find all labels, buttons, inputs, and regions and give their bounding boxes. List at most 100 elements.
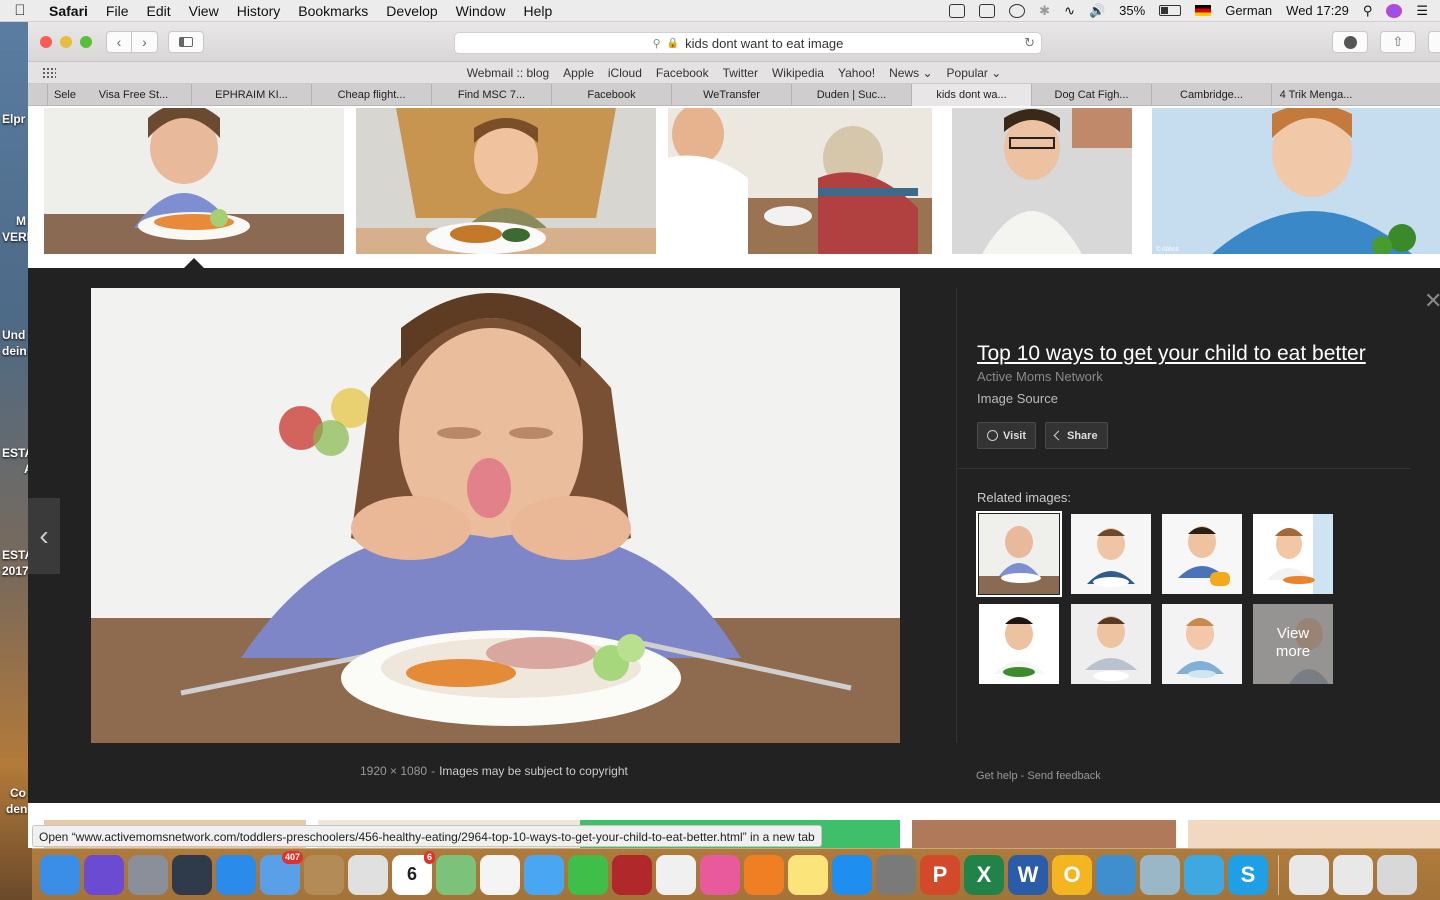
top-sites-grid-icon[interactable] <box>42 67 56 79</box>
forward-button[interactable]: › <box>132 31 158 53</box>
favorite-link[interactable]: Facebook <box>649 66 716 80</box>
spotlight-icon[interactable]: ⚲ <box>1363 3 1373 19</box>
maps-icon[interactable] <box>436 854 476 895</box>
launchpad-icon[interactable] <box>128 854 168 895</box>
send-feedback-link[interactable]: Send feedback <box>1027 770 1100 782</box>
notification-center-icon[interactable]: ☰ <box>1416 3 1428 19</box>
result-title-link[interactable]: Top 10 ways to get your child to eat bet… <box>977 342 1366 366</box>
trash-icon[interactable] <box>1377 854 1417 895</box>
minimize-window-button[interactable] <box>60 36 72 48</box>
favorite-folder[interactable]: Popular ⌄ <box>940 66 1009 80</box>
result-thumbnail[interactable] <box>668 108 932 254</box>
app-store-icon[interactable] <box>832 854 872 895</box>
photos-icon[interactable] <box>656 854 696 895</box>
tab[interactable]: Facebook <box>552 84 672 106</box>
result-thumbnail[interactable] <box>356 108 656 254</box>
tab[interactable]: Visa Free St... <box>76 84 192 106</box>
system-preferences-icon[interactable] <box>876 854 916 895</box>
favorite-folder[interactable]: News ⌄ <box>882 66 939 80</box>
itunes-icon[interactable] <box>700 854 740 895</box>
result-thumbnail-selected[interactable] <box>44 108 344 254</box>
calendar-icon[interactable]: 66 <box>392 850 435 895</box>
zoom-window-button[interactable] <box>80 36 92 48</box>
finder-icon[interactable] <box>40 854 80 895</box>
favorite-link[interactable]: iCloud <box>601 66 649 80</box>
reload-icon[interactable]: ↻ <box>1024 35 1035 51</box>
menu-edit[interactable]: Edit <box>137 3 179 19</box>
notes-icon[interactable] <box>788 854 828 895</box>
siri-icon[interactable] <box>84 854 124 895</box>
favorite-link[interactable]: Webmail :: blog <box>460 66 556 80</box>
related-image[interactable] <box>1162 604 1242 684</box>
input-language[interactable]: German <box>1225 3 1272 18</box>
menu-bookmarks[interactable]: Bookmarks <box>289 3 377 19</box>
document-icon-2[interactable] <box>1333 854 1373 895</box>
previous-image-button[interactable]: ‹ <box>28 498 60 574</box>
close-window-button[interactable] <box>40 36 52 48</box>
favorite-link[interactable]: Wikipedia <box>765 66 831 80</box>
preview-image[interactable] <box>91 288 900 743</box>
favorite-link[interactable]: Yahoo! <box>831 66 882 80</box>
clock[interactable]: Wed 17:29 <box>1286 3 1349 18</box>
visit-button[interactable]: Visit <box>977 422 1037 449</box>
view-more-tile[interactable]: View more <box>1253 604 1333 684</box>
related-image[interactable] <box>979 604 1059 684</box>
preview-icon[interactable] <box>1140 854 1180 895</box>
tab[interactable]: Cheap flight... <box>312 84 432 106</box>
battery-icon[interactable] <box>1159 5 1182 16</box>
tab[interactable]: Duden | Suc... <box>792 84 912 106</box>
related-image[interactable] <box>1253 514 1333 594</box>
time-machine-icon[interactable] <box>1009 3 1026 18</box>
reminders-icon[interactable] <box>480 854 520 895</box>
safari-icon[interactable] <box>216 854 256 895</box>
word-icon[interactable]: W <box>1008 854 1048 895</box>
close-icon[interactable]: ✕ <box>1424 288 1440 314</box>
document-icon[interactable] <box>1289 854 1329 895</box>
tab[interactable]: EPHRAIM KI... <box>192 84 312 106</box>
tab-active[interactable]: kids dont wa... <box>912 84 1032 106</box>
new-tab-button[interactable] <box>1428 31 1440 53</box>
result-thumbnail[interactable]: © Abbott <box>1152 108 1440 254</box>
tab[interactable]: Find MSC 7... <box>432 84 552 106</box>
desktop-label[interactable]: den <box>6 802 27 816</box>
desktop-label[interactable]: M <box>16 214 26 228</box>
outlook-icon[interactable]: O <box>1052 854 1092 895</box>
address-bar[interactable]: ⚲ 🔒 kids dont want to eat image ↻ <box>454 32 1042 54</box>
related-image-selected[interactable] <box>976 511 1062 597</box>
facetime-icon[interactable] <box>568 854 608 895</box>
share-toolbar-button[interactable]: ⇧ <box>1380 31 1416 53</box>
mail-icon[interactable]: 407 <box>260 850 303 895</box>
downloads-button[interactable] <box>1332 31 1368 53</box>
menu-develop[interactable]: Develop <box>377 3 446 19</box>
apple-menu-icon[interactable]:  <box>0 2 40 19</box>
tab[interactable] <box>28 84 48 106</box>
ibooks-icon[interactable] <box>744 854 784 895</box>
favorite-link[interactable]: Twitter <box>716 66 765 80</box>
siri-menu-icon[interactable] <box>1386 3 1403 18</box>
sidebar-toggle-button[interactable] <box>168 31 204 53</box>
tab[interactable]: WeTransfer <box>672 84 792 106</box>
menu-help[interactable]: Help <box>514 3 561 19</box>
people-icon[interactable] <box>1184 854 1224 895</box>
related-image[interactable] <box>1071 604 1151 684</box>
get-help-link[interactable]: Get help <box>976 770 1018 782</box>
tab[interactable]: 4 Trik Menga... <box>1272 84 1360 106</box>
dropbox-icon[interactable] <box>949 3 966 18</box>
menu-window[interactable]: Window <box>447 3 515 19</box>
battery-percent[interactable]: 35% <box>1119 3 1145 18</box>
clipboard-icon[interactable] <box>979 3 996 18</box>
menu-app-safari[interactable]: Safari <box>40 3 97 19</box>
wifi-icon[interactable]: ∿ <box>1064 3 1075 19</box>
contacts-icon[interactable] <box>304 854 344 895</box>
result-thumbnail[interactable] <box>1188 820 1440 848</box>
share-button[interactable]: Share <box>1045 422 1108 449</box>
back-button[interactable]: ‹ <box>106 31 132 53</box>
network-icon[interactable] <box>1096 854 1136 895</box>
messages-icon[interactable] <box>524 854 564 895</box>
chrome-icon[interactable] <box>348 854 388 895</box>
powerpoint-icon[interactable]: P <box>920 854 960 895</box>
tab[interactable]: Dog Cat Figh... <box>1032 84 1152 106</box>
bluetooth-icon[interactable]: ✱ <box>1039 3 1050 19</box>
tab[interactable]: Cambridge... <box>1152 84 1272 106</box>
german-flag-icon[interactable] <box>1195 5 1212 16</box>
